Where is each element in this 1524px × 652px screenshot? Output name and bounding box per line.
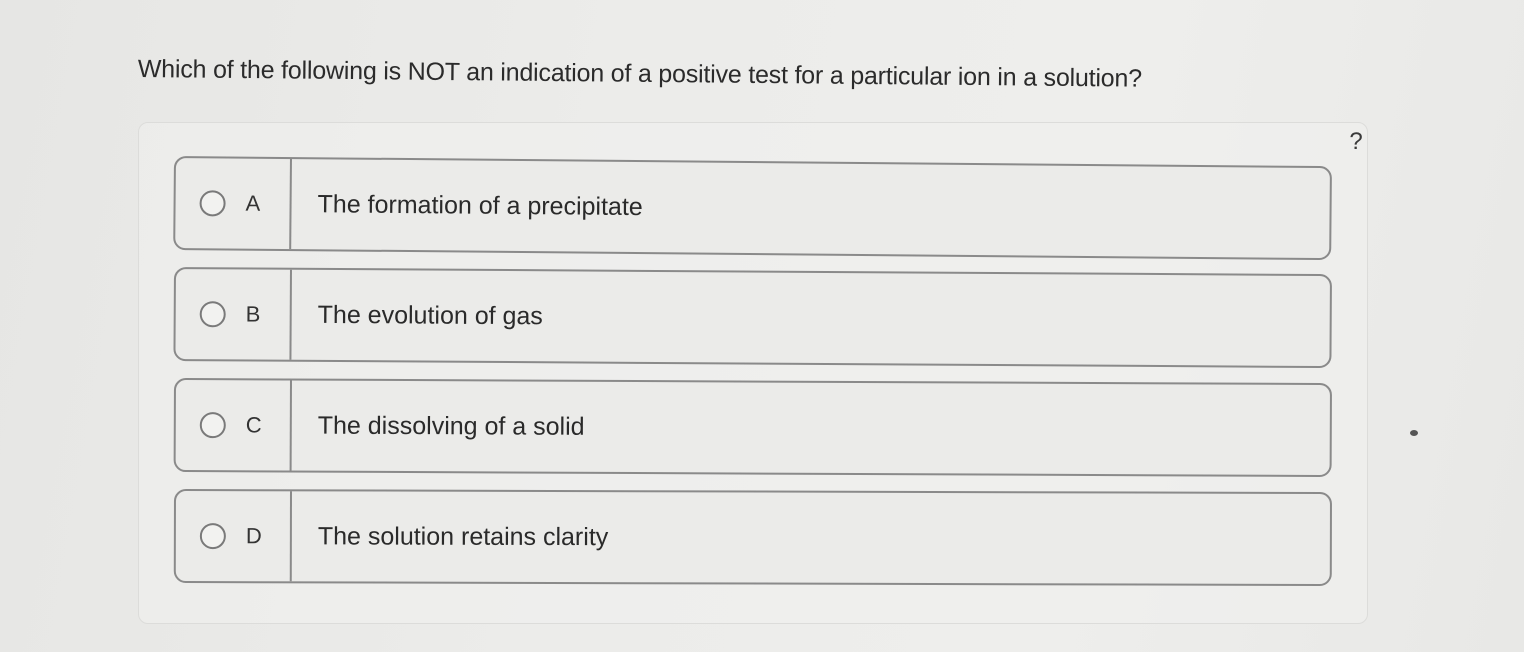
screen-speck — [1410, 430, 1418, 436]
radio-button-d[interactable] — [199, 523, 226, 550]
option-b-selector[interactable]: B — [175, 269, 292, 360]
option-c-selector[interactable]: C — [175, 380, 292, 471]
option-a-selector[interactable]: A — [175, 158, 292, 250]
option-a-letter: A — [245, 190, 261, 216]
option-c[interactable]: C The dissolving of a solid — [173, 378, 1332, 478]
radio-button-c[interactable] — [199, 412, 226, 439]
option-d-letter: D — [245, 523, 262, 549]
option-c-letter: C — [245, 412, 262, 438]
option-d[interactable]: D The solution retains clarity — [173, 489, 1332, 587]
option-b-letter: B — [245, 301, 261, 327]
question-text: Which of the following is NOT an indicat… — [137, 54, 1143, 93]
option-a[interactable]: A The formation of a precipitate — [173, 156, 1332, 261]
option-d-selector[interactable]: D — [175, 491, 292, 582]
option-b[interactable]: B The evolution of gas — [173, 267, 1332, 369]
option-b-text: The evolution of gas — [317, 300, 543, 330]
option-c-text: The dissolving of a solid — [317, 411, 585, 441]
help-icon[interactable]: ? — [1338, 124, 1374, 160]
option-a-text: The formation of a precipitate — [317, 189, 643, 221]
radio-button-b[interactable] — [199, 301, 226, 328]
radio-button-a[interactable] — [199, 190, 226, 217]
option-d-text: The solution retains clarity — [317, 521, 609, 551]
